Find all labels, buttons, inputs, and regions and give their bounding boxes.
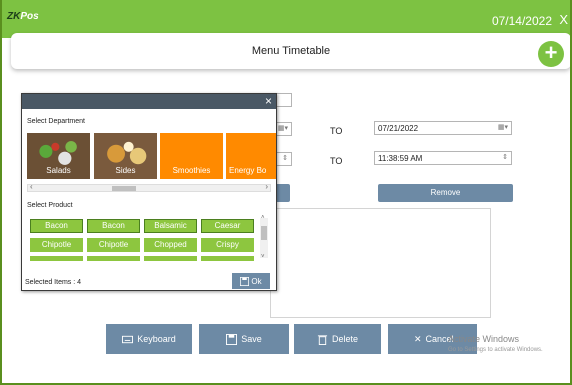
save-icon [226,333,238,345]
delete-button[interactable]: Delete [294,324,381,354]
selected-items-count: Selected Items : 4 [25,279,82,286]
product-section-label: Select Product [27,202,73,209]
product-item[interactable]: Balsamic [144,219,197,233]
time-to-label: TO [330,156,343,166]
keyboard-icon [122,335,134,343]
spinner-icon: ⇕ [282,155,288,162]
activation-watermark: Activate Windows [448,334,520,344]
app-close-button[interactable]: X [559,12,568,27]
time-to-input[interactable]: 11:38:59 AM ⇕ [374,151,512,165]
select-product-dialog: × Select Department Salads Sides Smoothi… [21,93,277,291]
product-item[interactable]: Chipotle [87,238,140,252]
department-scrollbar[interactable]: ‹ › [27,182,271,192]
department-sides[interactable]: Sides [94,133,157,179]
dialog-title-bar: × [22,94,276,109]
department-energy-bowls[interactable]: Energy Bo [226,133,276,179]
scroll-up-icon[interactable]: ˄ [261,215,265,221]
close-icon: ✕ [414,333,422,344]
department-section-label: Select Department [27,118,85,125]
scroll-right-icon[interactable]: › [265,182,268,191]
product-item[interactable]: Chopped [144,238,197,252]
scroll-down-icon[interactable]: ˅ [261,254,265,260]
product-item[interactable]: Chipotle [30,238,83,252]
selected-list [270,208,491,318]
product-item[interactable]: Caesar [201,219,254,233]
product-item-partial[interactable] [87,256,140,261]
page-header: Menu Timetable + [11,33,570,69]
dialog-close-button[interactable]: × [265,94,272,109]
ok-label: Ok [251,276,262,286]
remove-button[interactable]: Remove [378,184,513,202]
keyboard-label: Keyboard [137,334,176,344]
app-logo: ZKPos [7,11,39,22]
product-item[interactable]: Bacon [87,219,140,233]
keyboard-button[interactable]: Keyboard [106,324,192,354]
current-date: 07/14/2022 [491,14,552,28]
product-item[interactable]: Bacon [30,219,83,233]
calendar-icon: ▦▾ [497,124,508,131]
trash-icon [317,334,328,345]
product-item-partial[interactable] [30,256,83,261]
ok-button[interactable]: Ok [232,273,270,289]
product-item-partial[interactable] [144,256,197,261]
department-salads[interactable]: Salads [27,133,90,179]
date-to-label: TO [330,126,343,136]
spinner-icon: ⇕ [502,154,508,161]
date-to-input[interactable]: 07/21/2022 ▦▾ [374,121,512,135]
add-button[interactable]: + [538,41,564,67]
product-scrollbar[interactable]: ˄ ˅ [260,215,268,260]
save-icon [240,276,250,286]
department-smoothies[interactable]: Smoothies [160,133,223,179]
page-title: Menu Timetable [251,45,331,57]
delete-label: Delete [331,334,358,344]
product-item[interactable]: Crispy [201,238,254,252]
calendar-icon: ▦▾ [277,125,288,132]
scroll-left-icon[interactable]: ‹ [30,182,33,191]
app-window: ZKPos 07/14/2022 X Menu Timetable + ▦▾ T… [0,0,572,385]
product-item-partial[interactable] [201,256,254,261]
activation-watermark-subtitle: Go to Settings to activate Windows. [448,347,543,353]
save-button[interactable]: Save [199,324,289,354]
save-label: Save [241,334,262,344]
